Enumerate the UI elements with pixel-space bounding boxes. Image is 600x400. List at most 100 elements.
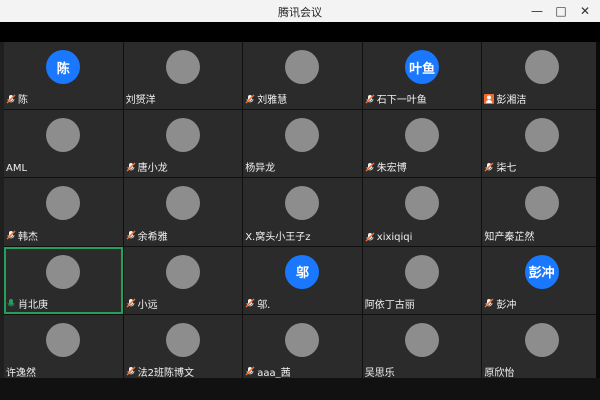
- participant-name-row: 刘赟洋: [126, 91, 156, 106]
- participant-name-row: 肖北庚: [6, 296, 48, 311]
- person-icon: [484, 93, 495, 104]
- participant-tile[interactable]: 柒七: [482, 110, 600, 178]
- right-scrollbar[interactable]: [596, 42, 600, 378]
- avatar: [46, 186, 81, 221]
- mic-muted-icon: [484, 298, 494, 308]
- minimize-icon[interactable]: —: [528, 2, 546, 20]
- participant-tile[interactable]: 刘赟洋: [123, 42, 243, 110]
- mic-muted-icon: [365, 94, 375, 104]
- participant-tile[interactable]: 余希雅: [123, 178, 243, 246]
- participant-tile[interactable]: 刘雅慧: [243, 42, 362, 110]
- participant-name-row: 小远: [126, 296, 158, 311]
- participant-name-row: X.窝头小王子z: [245, 228, 310, 243]
- participant-name: 余希雅: [137, 231, 168, 243]
- top-black-bar: [0, 22, 600, 42]
- participant-name: 彭冲: [496, 299, 517, 311]
- participant-name: 肖北庚: [18, 299, 48, 311]
- participant-name-row: 朱宏博: [365, 159, 407, 174]
- participant-tile[interactable]: X.窝头小王子z: [243, 178, 362, 246]
- participant-tile[interactable]: 朱宏博: [362, 110, 482, 178]
- participant-name-row: 陈: [6, 91, 28, 106]
- avatar: 彭冲: [524, 254, 559, 289]
- mic-muted-icon: [126, 366, 136, 376]
- participant-name-row: 知产秦芷然: [484, 228, 534, 243]
- participant-tile[interactable]: 唐小龙: [123, 110, 243, 178]
- mic-muted-icon: [126, 162, 136, 172]
- participant-tile[interactable]: 原欣怡: [482, 314, 600, 382]
- participant-name-row: 彭冲: [484, 296, 516, 311]
- mic-icon: [6, 298, 16, 308]
- participant-tile[interactable]: 许逸然: [4, 314, 123, 382]
- participant-tile[interactable]: xixiqiqi: [362, 178, 482, 246]
- participant-name: 韩杰: [18, 231, 38, 243]
- avatar: [165, 186, 200, 221]
- avatar: [524, 186, 559, 221]
- participant-name: 陈: [18, 95, 28, 107]
- avatar: [405, 254, 440, 289]
- participant-tile[interactable]: 邬邬.: [243, 246, 362, 314]
- avatar: [524, 118, 559, 153]
- participant-tile[interactable]: 法2班陈博文: [123, 314, 243, 382]
- participant-name-row: 法2班陈博文: [126, 364, 194, 379]
- participant-name: 邬.: [257, 299, 271, 311]
- avatar: [165, 118, 200, 153]
- participant-name: 唐小龙: [137, 163, 168, 175]
- mic-muted-icon: [126, 230, 136, 240]
- participant-name: 石下一叶鱼: [376, 95, 427, 107]
- meeting-window: 腾讯会议 — □ ✕ 陈陈刘赟洋 刘雅慧 叶鱼 石下一叶鱼 彭湘洁 AML 唐小龙 杨异龙 朱宏…: [0, 0, 600, 400]
- participant-name: 刘赟洋: [125, 95, 156, 107]
- participant-tile[interactable]: 吴思乐: [362, 314, 482, 382]
- participant-tile[interactable]: 叶鱼 石下一叶鱼: [362, 42, 482, 110]
- avatar: [405, 118, 440, 153]
- participant-name: 柒七: [496, 163, 517, 175]
- participant-name: AML: [6, 163, 28, 175]
- participant-tile[interactable]: 小远: [123, 246, 243, 314]
- avatar: [524, 322, 559, 357]
- participant-name: X.窝头小王子z: [245, 231, 311, 243]
- participant-name-row: 韩杰: [6, 228, 38, 243]
- participant-name-row: 邬.: [245, 296, 270, 311]
- participant-name: aaa_茜: [257, 367, 291, 379]
- title-bar: 腾讯会议 — □ ✕: [0, 0, 600, 23]
- avatar: [165, 254, 200, 289]
- window-controls: — □ ✕: [528, 2, 594, 20]
- participant-tile[interactable]: 阿依丁古丽: [362, 246, 482, 314]
- participant-name: 阿依丁古丽: [364, 299, 415, 311]
- participant-name-row: 余希雅: [126, 228, 168, 243]
- avatar: [285, 118, 320, 153]
- participant-name-row: 刘雅慧: [245, 91, 287, 106]
- avatar: [285, 50, 320, 84]
- participant-name: 刘雅慧: [257, 95, 288, 107]
- bottom-strip: [0, 378, 600, 400]
- participant-name-row: 柒七: [484, 159, 516, 174]
- participant-tile[interactable]: 韩杰: [4, 178, 123, 246]
- participant-tile[interactable]: 知产秦芷然: [482, 178, 600, 246]
- maximize-icon[interactable]: □: [552, 2, 570, 20]
- participant-name-row: AML: [6, 163, 27, 174]
- mic-muted-icon: [365, 232, 375, 242]
- close-icon[interactable]: ✕: [576, 2, 594, 20]
- mic-muted-icon: [6, 230, 16, 240]
- participant-tile[interactable]: 彭冲 彭冲: [482, 246, 600, 314]
- mic-muted-icon: [484, 162, 494, 172]
- mic-muted-icon: [365, 162, 375, 172]
- participant-name-row: 原欣怡: [484, 364, 514, 379]
- participant-tile[interactable]: 彭湘洁: [482, 42, 600, 110]
- participant-name: 小远: [137, 299, 158, 311]
- participant-tile[interactable]: 肖北庚: [4, 246, 123, 314]
- avatar: [405, 322, 440, 357]
- avatar: [165, 322, 200, 357]
- participant-tile[interactable]: 杨异龙: [243, 110, 362, 178]
- avatar: [405, 186, 440, 221]
- avatar: [285, 322, 320, 357]
- participant-name-row: 石下一叶鱼: [365, 91, 427, 106]
- participant-tile[interactable]: aaa_茜: [243, 314, 362, 382]
- participant-tile[interactable]: AML: [4, 110, 123, 178]
- avatar: [46, 254, 81, 289]
- participant-name: 吴思乐: [364, 367, 395, 379]
- participant-tile[interactable]: 陈陈: [4, 42, 123, 110]
- avatar: [165, 50, 200, 84]
- avatar: [524, 50, 559, 84]
- participant-grid: 陈陈刘赟洋 刘雅慧 叶鱼 石下一叶鱼 彭湘洁 AML 唐小龙 杨异龙 朱宏博 柒七韩杰 余希雅 X.窝…: [4, 42, 600, 382]
- avatar: [46, 322, 81, 357]
